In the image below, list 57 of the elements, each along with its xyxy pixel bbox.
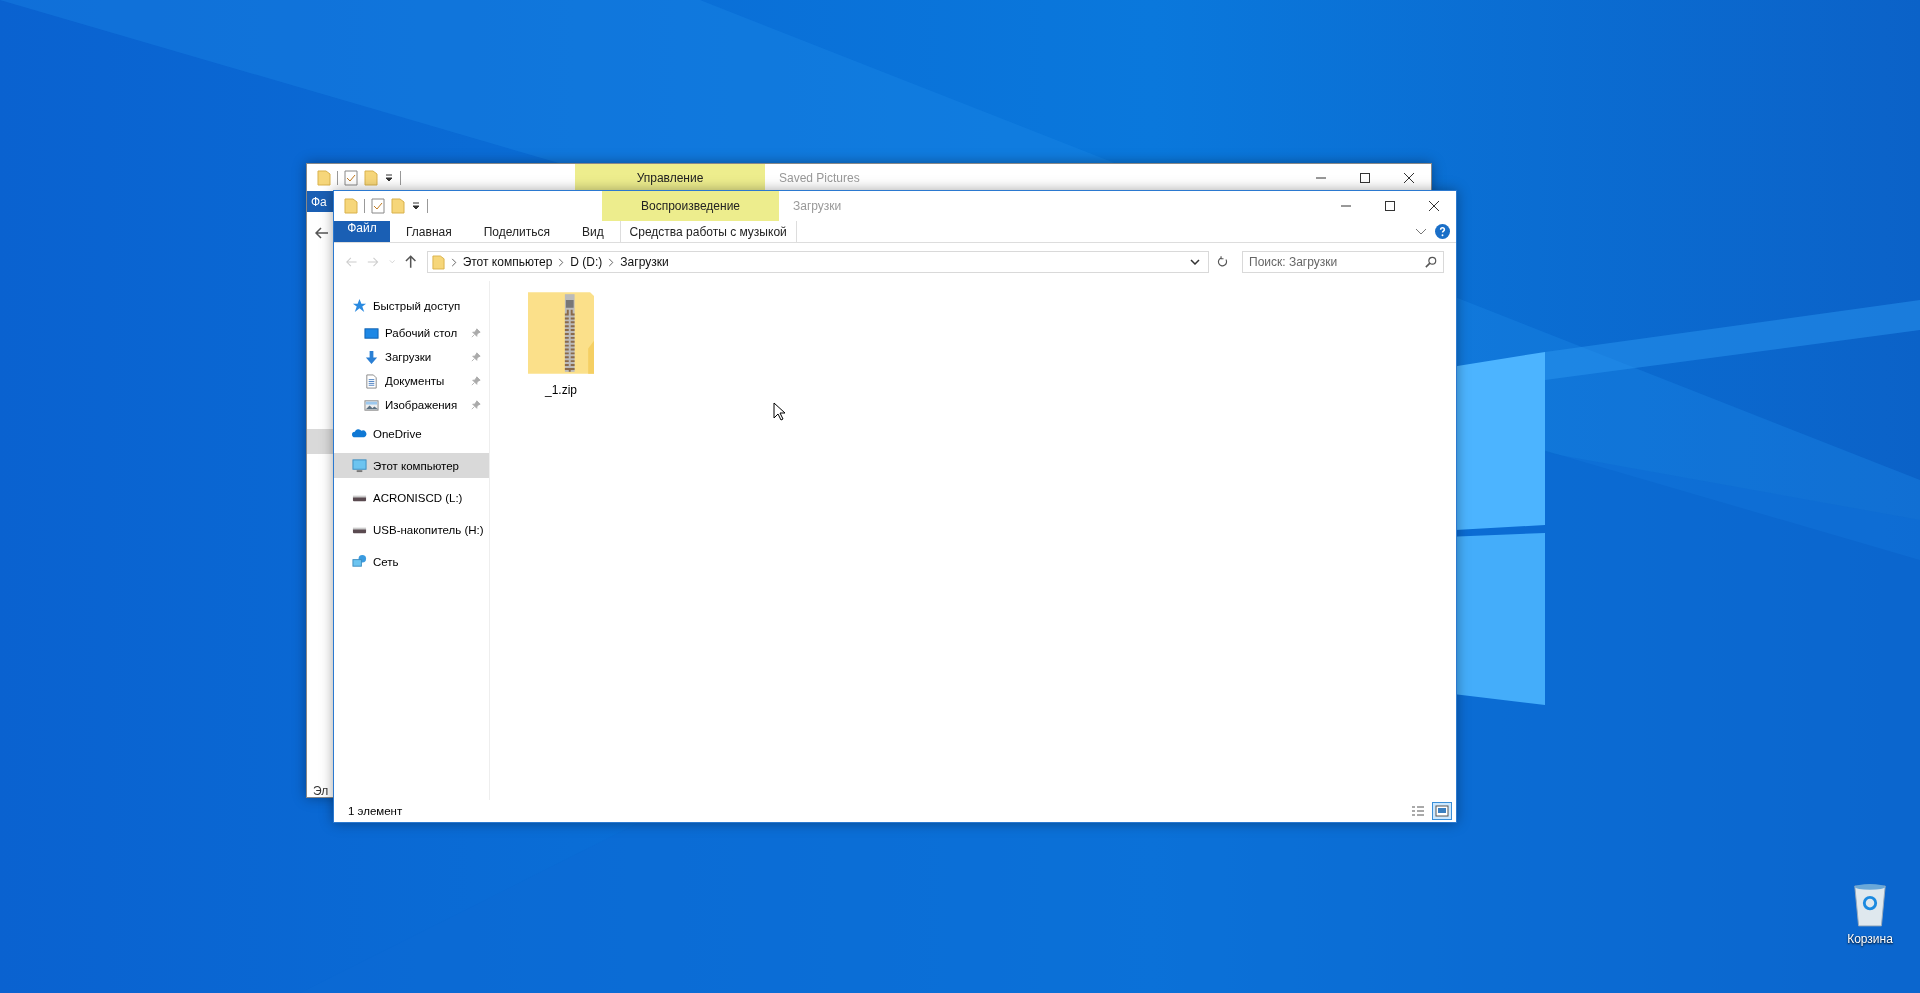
chevron-right-icon[interactable] [608,257,615,267]
star-icon [352,298,367,313]
refresh-icon[interactable] [1216,255,1228,269]
nav-item[interactable]: Документы [334,369,489,393]
desktop-icon-label[interactable]: Корзина [1847,932,1893,946]
document-icon [364,373,379,389]
selected-nav-item[interactable] [307,429,334,454]
window-title: Saved Pictures [778,169,860,187]
properties-icon[interactable] [344,169,358,186]
mouse-cursor-icon [773,402,785,421]
close-icon[interactable] [1428,200,1440,212]
search-field[interactable]: Поиск: Загрузки [1242,251,1444,273]
nav-item[interactable]: Этот компьютер [334,453,489,478]
properties-icon[interactable] [371,198,385,214]
back-arrow-icon[interactable] [315,227,329,239]
nav-item[interactable]: Сеть [334,549,489,574]
contextual-tab-header: Воспроизведение [602,191,779,221]
view-mode-button[interactable] [1432,802,1452,820]
status-text: Эл [313,784,329,798]
file-tab[interactable]: Файл [334,221,390,242]
folder-icon [431,254,445,270]
window-title: Загрузки [792,198,842,215]
expand-ribbon-icon[interactable] [1415,227,1427,236]
maximize-icon[interactable] [1384,200,1396,212]
monitor-icon [364,325,379,341]
search-icon[interactable] [1425,256,1437,268]
dropdown-caret-icon[interactable] [1189,259,1200,265]
breadcrumb-item[interactable]: D (D:) [570,255,603,269]
chevron-right-icon[interactable] [450,257,457,267]
zip-folder-icon[interactable] [528,291,594,375]
status-text: 1 элемент [348,805,403,817]
help-icon[interactable] [1435,224,1450,239]
maximize-icon[interactable] [1359,171,1371,184]
download-arrow-icon [364,349,379,365]
file-tab[interactable]: Фа [307,191,334,212]
nav-item[interactable]: Быстрый доступ [334,293,489,318]
customize-dropdown-icon[interactable] [411,201,421,211]
customize-dropdown-icon[interactable] [384,172,394,183]
file-name[interactable]: _1.zip [545,383,577,397]
nav-item[interactable]: Рабочий стол [334,321,489,345]
details-view-icon [1411,805,1425,817]
network-icon [352,554,367,569]
nav-item[interactable]: Загрузки [334,345,489,369]
large-icons-view-icon [1435,805,1449,817]
breadcrumb-item[interactable]: Загрузки [620,255,669,269]
nav-item[interactable]: USB-накопитель (H:) [334,517,489,542]
nav-item[interactable]: Изображения [334,393,489,417]
up-arrow-icon[interactable] [405,255,417,269]
contextual-tab-header: Управление [575,164,765,191]
address-bar[interactable]: Этот компьютер D (D:) Загрузки [426,251,1209,273]
computer-icon [352,458,367,473]
close-icon[interactable] [1403,171,1415,184]
breadcrumb-item[interactable]: Этот компьютер [462,255,553,269]
nav-item[interactable]: OneDrive [334,421,489,446]
chevron-right-icon[interactable] [558,257,565,267]
nav-item[interactable]: ACRONISCD (L:) [334,485,489,510]
image-icon [364,397,379,413]
